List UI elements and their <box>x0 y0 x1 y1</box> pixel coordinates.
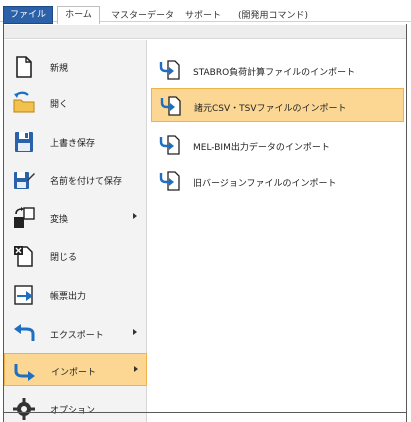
import-arrow-icon <box>14 364 35 381</box>
nav-item-export[interactable]: エクスポート <box>4 317 147 350</box>
import-item-label: MEL-BIM出力データのインポート <box>193 143 330 153</box>
nav-item-options[interactable]: オプション <box>4 392 147 422</box>
import-item-label: STABRO負荷計算ファイルのインポート <box>193 68 356 78</box>
open-folder-icon <box>13 91 35 113</box>
new-document-icon <box>16 56 32 78</box>
import-item-old-version[interactable]: 旧バージョンファイルのインポート <box>151 164 404 198</box>
import-file-icon <box>159 60 180 80</box>
nav-item-new[interactable]: 新規 <box>4 50 147 83</box>
import-file-icon <box>159 135 180 155</box>
submenu-arrow-icon <box>133 213 137 219</box>
import-item-mel-bim[interactable]: MEL-BIM出力データのインポート <box>151 128 404 162</box>
submenu-arrow-icon <box>134 366 138 372</box>
options-gear-icon <box>13 398 35 420</box>
nav-item-label: 名前を付けて保存 <box>50 177 123 187</box>
nav-item-label: 変換 <box>50 215 69 225</box>
nav-item-save-as[interactable]: 名前を付けて保存 <box>4 163 147 196</box>
nav-item-convert[interactable]: 変換 <box>4 201 147 234</box>
save-as-icon <box>14 172 35 189</box>
convert-icon <box>14 207 35 228</box>
tab-file[interactable]: ファイル <box>3 6 53 24</box>
import-item-label: 諸元CSV・TSVファイルのインポート <box>194 104 347 114</box>
nav-item-report-output[interactable]: 帳票出力 <box>4 278 147 311</box>
tab-home[interactable]: ホーム <box>57 6 100 24</box>
nav-item-save[interactable]: 上書き保存 <box>4 125 147 158</box>
close-document-icon <box>14 246 33 267</box>
nav-item-label: 新規 <box>50 64 69 74</box>
submenu-arrow-icon <box>133 329 137 335</box>
import-file-icon <box>159 171 180 191</box>
nav-item-label: 帳票出力 <box>50 292 87 302</box>
nav-item-label: エクスポート <box>50 331 104 341</box>
nav-item-close[interactable]: 閉じる <box>4 239 147 272</box>
nav-item-label: 閉じる <box>50 253 78 263</box>
frame-bottom-border <box>3 412 407 413</box>
nav-item-label: インポート <box>51 368 97 378</box>
nav-item-import[interactable]: インポート <box>4 353 147 386</box>
nav-item-label: 開く <box>50 100 69 110</box>
ribbon-tab-bar: ファイル ホーム マスターデータ サポート (開発用コマンド) <box>0 0 411 24</box>
report-output-icon <box>14 285 33 305</box>
import-item-csv-tsv[interactable]: 諸元CSV・TSVファイルのインポート <box>151 88 404 122</box>
import-options-panel: STABRO負荷計算ファイルのインポート 諸元CSV・TSVファイルのインポート… <box>148 40 406 422</box>
nav-item-label: オプション <box>50 406 96 416</box>
nav-item-open[interactable]: 開く <box>4 86 147 119</box>
import-item-label: 旧バージョンファイルのインポート <box>193 179 337 189</box>
backstage-nav: 新規 開く 上書き保存 名前を付けて保存 変換 閉じる 帳票出力 エクスポート … <box>4 40 147 422</box>
nav-item-label: 上書き保存 <box>50 139 96 149</box>
save-disk-icon <box>15 132 33 152</box>
import-item-stabro-load[interactable]: STABRO負荷計算ファイルのインポート <box>151 53 404 87</box>
export-arrow-icon <box>14 324 35 341</box>
backstage-top-strip <box>4 25 406 39</box>
import-file-icon <box>160 96 181 116</box>
